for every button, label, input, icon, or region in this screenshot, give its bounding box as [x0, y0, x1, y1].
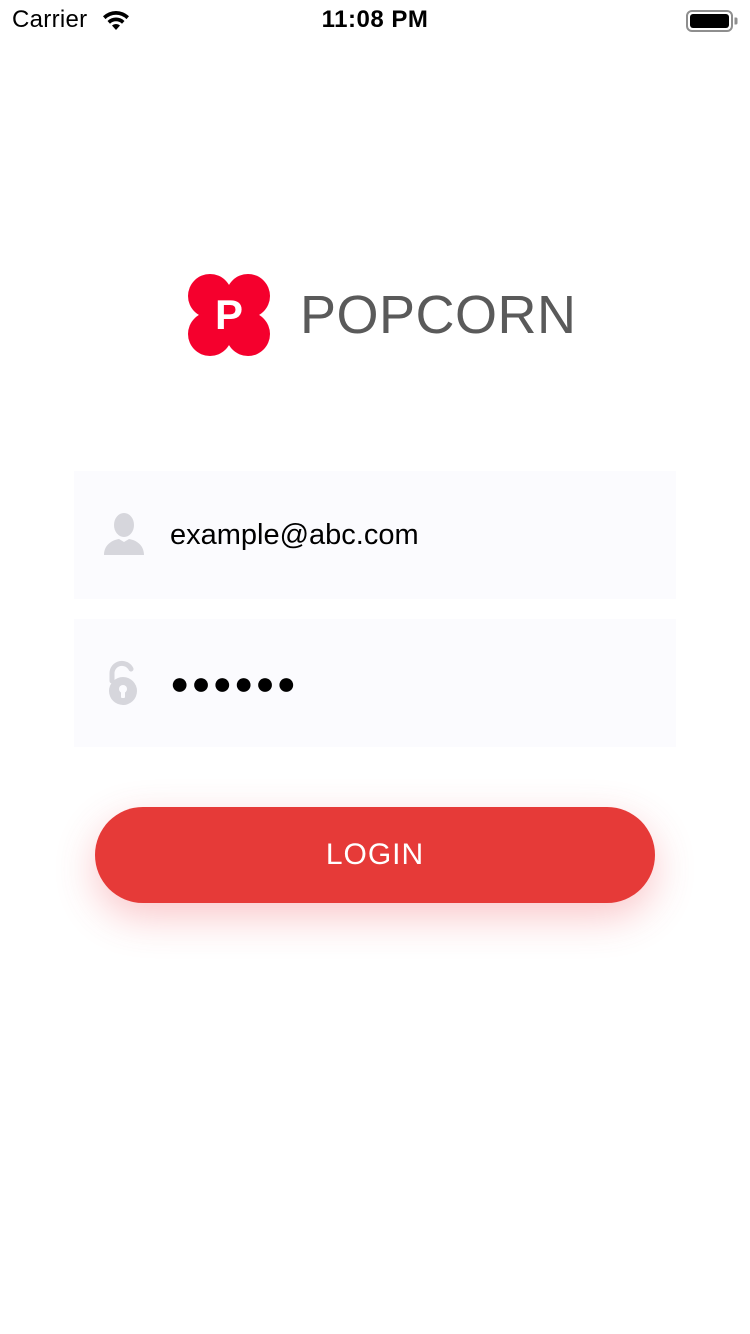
logo-letter: P — [215, 291, 243, 338]
email-input[interactable] — [170, 471, 650, 599]
status-bar: Carrier 11:08 PM — [0, 0, 750, 40]
password-input[interactable]: ●●●●●● — [170, 619, 650, 747]
app-name: POPCORN — [300, 285, 577, 345]
login-screen: Carrier 11:08 PM P POPCORN example@abc.c… — [0, 0, 750, 1334]
login-button[interactable]: LOGIN — [95, 807, 655, 903]
email-field[interactable] — [74, 471, 676, 599]
app-logo: P POPCORN — [186, 272, 577, 358]
user-icon — [104, 513, 144, 555]
password-field[interactable]: ●●●●●● — [74, 619, 676, 747]
battery-icon — [686, 10, 738, 32]
unlock-icon — [109, 660, 137, 705]
status-time: 11:08 PM — [321, 6, 429, 33]
popcorn-logo-icon: P — [188, 274, 270, 356]
